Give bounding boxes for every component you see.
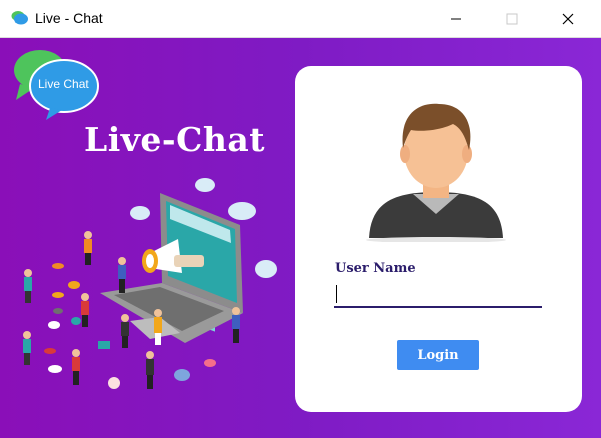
brand-title: Live-Chat [84, 120, 265, 159]
main-panel: Live Chat Live-Chat User Name Login [0, 38, 601, 438]
live-chat-logo: Live Chat [10, 44, 102, 122]
maximize-icon [506, 13, 518, 24]
logo-text: Live Chat [38, 77, 89, 91]
username-label: User Name [335, 261, 416, 276]
text-caret [336, 285, 337, 303]
maximize-button[interactable] [489, 0, 535, 37]
app-icon [11, 11, 28, 25]
close-button[interactable] [545, 0, 591, 37]
user-avatar-icon [366, 103, 506, 242]
login-card: User Name Login [295, 66, 582, 412]
username-field-wrapper [334, 280, 542, 310]
login-button[interactable]: Login [397, 340, 479, 370]
marketing-illustration [23, 178, 277, 389]
title-bar: Live - Chat [0, 0, 601, 38]
window-title: Live - Chat [35, 10, 103, 26]
username-input[interactable] [334, 280, 542, 308]
minimize-button[interactable] [433, 0, 479, 37]
close-icon [562, 13, 574, 24]
minimize-icon [451, 18, 461, 19]
